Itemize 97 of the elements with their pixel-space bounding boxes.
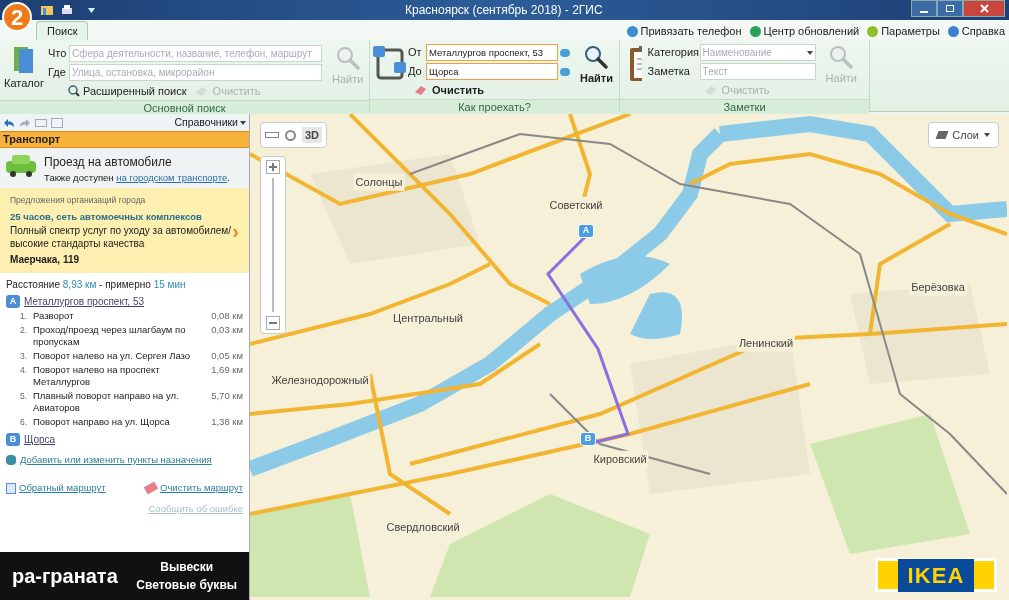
eraser-icon (143, 481, 159, 495)
ikea-text: IKEA (897, 558, 975, 592)
zoom-out-icon[interactable] (266, 316, 280, 330)
folder-icon[interactable] (40, 4, 54, 16)
caret-icon (984, 133, 990, 137)
field-label: Где (48, 65, 66, 81)
reverse-route-link[interactable]: Обратный маршрут (19, 481, 106, 496)
step-distance: 5,70 км (211, 390, 243, 402)
step-number: 4. (20, 364, 29, 376)
note-field[interactable]: Текст (699, 63, 816, 80)
district-label: Железнодорожный (269, 371, 371, 389)
back-icon[interactable] (3, 117, 15, 128)
route-pin: B (6, 433, 20, 446)
step-number: 3. (20, 350, 29, 362)
end-point-link[interactable]: Щорса (24, 432, 56, 447)
promo-heading: Предложения организаций города (10, 194, 147, 207)
from-field[interactable]: Металлургов проспект, 53 (426, 44, 558, 61)
where-field[interactable]: Улица, остановка, микрорайон (69, 64, 322, 81)
ad-text: Вывески (160, 559, 214, 576)
promo-text: Полный спектр услуг по уходу за автомобилем/высокие стандарты качества (10, 224, 232, 250)
step-text: Плавный поворот направо на ул. Авиаторов (33, 390, 180, 414)
step-number: 5. (20, 390, 29, 402)
toolbar-link[interactable]: Привязать телефон (626, 23, 742, 40)
minimize-icon[interactable] (911, 0, 937, 17)
link-icon (947, 25, 959, 37)
add-point-icon (6, 455, 16, 466)
car-icon (4, 153, 38, 177)
3d-button[interactable]: 3D (302, 126, 323, 144)
field-label: До (408, 64, 423, 80)
route-icon (372, 44, 406, 82)
link-icon (867, 25, 879, 37)
promo-address: Маерчака, 119 (10, 253, 81, 267)
ad-logo: ра-граната (12, 564, 118, 589)
step-text: Разворот (33, 310, 75, 322)
district-label: Советский (547, 196, 605, 214)
start-point-link[interactable]: Металлургов проспект, 53 (24, 294, 145, 309)
find-button[interactable]: Найти (576, 44, 617, 87)
reverse-icon (6, 482, 16, 494)
district-label: Солонцы (353, 173, 405, 191)
route-pin: A (6, 295, 20, 308)
route-mode-title: Проезд на автомобиле (44, 154, 173, 171)
printer-icon[interactable] (60, 4, 74, 16)
step-number: 6. (20, 416, 29, 428)
step-text: Поворот налево на ул. Сергея Лазо (33, 350, 192, 362)
toolbar-link[interactable]: Справка (947, 23, 1005, 40)
caret-icon[interactable] (88, 7, 95, 13)
clear-route-link[interactable]: Очистить маршрут (160, 481, 243, 496)
step-text: Поворот налево на проспект Металлургов (33, 364, 161, 388)
ad-banner[interactable]: ра-граната Вывески Световые буквы (0, 552, 249, 600)
field-label: Что (48, 46, 66, 62)
step-distance: 0,08 км (211, 310, 243, 322)
toolbar-link[interactable]: Центр обновлений (749, 23, 860, 40)
link-icon (626, 25, 638, 37)
step-text: Проход/проезд через шлагбаум по пропускам (33, 324, 187, 348)
what-field[interactable]: Сфера деятельности, название, телефон, маршрут (69, 45, 322, 62)
close-icon[interactable] (963, 0, 1005, 17)
step-number: 2. (20, 324, 29, 336)
step-text: Поворот направо на ул. Щорса (33, 416, 171, 428)
district-label: Ленинский (736, 334, 796, 352)
caret-icon (806, 50, 813, 55)
ad-logo[interactable]: IKEA (875, 558, 997, 592)
zoom-in-icon[interactable] (266, 160, 280, 174)
step-distance: 0,05 км (211, 350, 243, 362)
search-icon (334, 45, 361, 71)
edit-destinations-link[interactable]: Добавить или изменить пункты назначения (20, 453, 212, 468)
field-label: От (408, 45, 423, 61)
link-icon (749, 25, 761, 37)
ribbon-tab[interactable]: Поиск (36, 21, 89, 40)
catalog-button[interactable]: Каталог (4, 45, 44, 92)
toolbar-link[interactable]: Параметры (867, 23, 940, 40)
layers-button[interactable]: Слои (928, 122, 999, 148)
step-distance: 1,38 км (211, 416, 243, 428)
clear-button[interactable]: Очистить (414, 82, 485, 99)
map[interactable]: Солонцы Советский Центральный Железнодорожный Ленинский Берёзовка Кировский Свердловский A B 3D Слои IKEA (250, 114, 1009, 600)
clipboard-icon (628, 44, 642, 82)
search-icon (828, 44, 855, 70)
caret-icon (240, 120, 246, 125)
step-distance: 1,69 км (211, 364, 243, 376)
to-field[interactable]: Щорса (426, 63, 558, 80)
route-mode-note: Также доступен на городском транспорте. (44, 171, 230, 185)
field-label: Категория (647, 45, 698, 61)
district-label: Кировский (591, 450, 649, 468)
ruler-icon[interactable] (265, 132, 279, 138)
step-number: 1. (20, 310, 29, 322)
promo-title[interactable]: 25 часов, сеть автомоечных комплексов (10, 209, 233, 224)
step-distance: 0,03 км (211, 324, 243, 336)
section-header: Транспорт (0, 131, 249, 148)
route-summary: Расстояние 8,93 км - примерно 15 мин (6, 278, 187, 292)
advanced-search-button[interactable]: Расширенный поиск (68, 83, 187, 100)
search-icon (583, 44, 610, 70)
field-label: Заметка (647, 64, 691, 80)
search-icon (68, 85, 80, 98)
layers-icon (935, 131, 949, 139)
zoom-control[interactable] (260, 156, 286, 334)
window-title: Красноярск (сентябрь 2018) - 2ГИС (405, 2, 603, 19)
maximize-icon[interactable] (937, 0, 963, 17)
ad-text: Световые буквы (136, 577, 237, 594)
